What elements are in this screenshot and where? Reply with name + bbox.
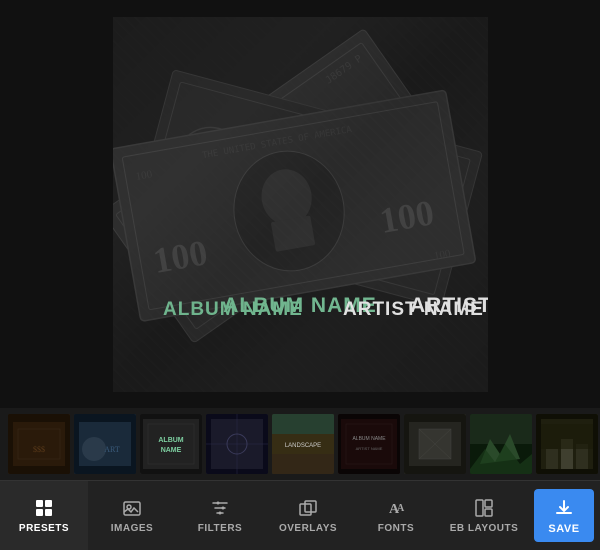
presets-label: PRESETS [19,523,69,534]
thumbnail-9[interactable] [536,414,598,474]
thumbnail-8[interactable] [470,414,532,474]
fonts-tab[interactable]: A a FonTS [352,481,440,550]
svg-text:a: a [397,503,405,514]
thumbnail-4[interactable] [206,414,268,474]
svg-text:$$$: $$$ [33,445,45,454]
images-label: IMAGES [111,523,153,534]
album-cover: 100 J8679 P 100 [113,17,488,392]
svg-text:ARTIST NAME: ARTIST NAME [343,299,484,320]
layouts-label: EB Layouts [450,523,519,534]
thumbnail-7[interactable] [404,414,466,474]
svg-text:ARTIST NAME: ARTIST NAME [356,446,383,451]
overlays-tab[interactable]: OVERLAYS [264,481,352,550]
thumbnail-strip: $$$ ART ALBUM NAME [0,408,600,480]
svg-text:ALBUM NAME: ALBUM NAME [352,436,386,442]
overlays-icon [297,497,319,519]
layouts-icon [473,497,495,519]
save-button[interactable]: SAVE [534,489,594,542]
images-icon [121,497,143,519]
presets-icon [33,497,55,519]
thumbnail-6[interactable]: ALBUM NAME ARTIST NAME [338,414,400,474]
svg-text:ART: ART [104,445,120,454]
save-icon [553,497,575,519]
svg-text:LANDSCAPE: LANDSCAPE [285,443,321,449]
fonts-icon: A a [385,497,407,519]
thumbnail-5[interactable]: LANDSCAPE [272,414,334,474]
svg-text:ALBUM NAME: ALBUM NAME [163,299,303,320]
svg-text:NAME: NAME [161,447,182,454]
fonts-label: FonTS [378,523,414,534]
filters-icon [209,497,231,519]
thumbnail-1[interactable]: $$$ [8,414,70,474]
thumbnail-2[interactable]: ART [74,414,136,474]
toolbar: PRESETS IMAGES FILTERS [0,480,600,550]
overlays-label: OVERLAYS [279,523,337,534]
images-tab[interactable]: IMAGES [88,481,176,550]
filters-label: FILTERS [198,523,242,534]
canvas-area: 100 J8679 P 100 [0,0,600,408]
layouts-tab[interactable]: EB Layouts [440,481,528,550]
save-label: SAVE [548,523,579,535]
filters-tab[interactable]: FILTERS [176,481,264,550]
money-texture: 100 J8679 P 100 [113,17,488,392]
presets-tab[interactable]: PRESETS [0,481,88,550]
svg-text:ALBUM: ALBUM [158,437,183,444]
thumbnail-3[interactable]: ALBUM NAME [140,414,202,474]
